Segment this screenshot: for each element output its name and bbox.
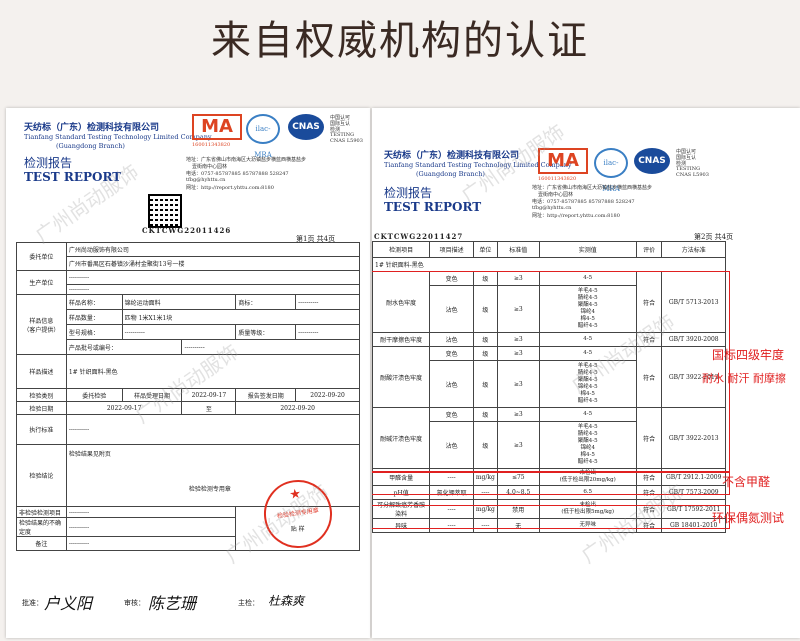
cell-value: 至 [181, 401, 237, 415]
header-desc: 项目描述 [429, 241, 474, 258]
website: 网址：http://report.yhttu.com:8180 [532, 213, 620, 219]
report-code: CKTCWG22011426 [142, 226, 232, 235]
cnas-number: CNAS L5903 [676, 172, 709, 178]
approve-label: 批准： [22, 599, 43, 607]
cell-label: 非检验检测项目 [16, 506, 67, 518]
highlight-formaldehyde [372, 471, 730, 495]
cell-label: 检验类别 [16, 388, 67, 402]
cell-label: 执行标准 [16, 414, 67, 445]
address: 地址：广东省佛山市南海区大沥镇盐步横蓝西横基盐步 [186, 157, 307, 163]
cnas-logo: CNAS [634, 148, 670, 174]
cell-value: 委托检验 [65, 388, 123, 402]
cell-label: 样品信息 （客户提供） [16, 294, 67, 355]
cell-label: 委托单位 [16, 242, 67, 271]
cell-value: 1# 针织面料-黑色 [65, 354, 361, 389]
email: tfbg@hyhttu.cn [532, 205, 572, 211]
cell-label: 检验结果的不确定度 [16, 517, 67, 537]
company-branch: (Guangdong Branch) [56, 142, 125, 150]
cell-value: ---------- [65, 506, 237, 518]
cell-value: 匹物 1米X1米1块 [121, 309, 361, 325]
sample-desc-row: 1# 针织面料-黑色 [372, 257, 726, 272]
ma-logo: MA [192, 114, 242, 140]
cell-value: ---------- [295, 324, 360, 340]
cell-label: 质量等级： [235, 324, 297, 340]
ma-number: 160011343820 [538, 176, 577, 182]
company-name-cn: 天纺标（广东）检测科技有限公司 [384, 151, 520, 161]
report-title-cn: 检测报告 [24, 156, 73, 170]
company-name-cn: 天纺标（广东）检测科技有限公司 [24, 123, 160, 133]
cell-value: ---------- [65, 284, 361, 295]
cell-value: 检验结果见附页 [68, 451, 111, 458]
cell-value: 2022-09-20 [295, 388, 360, 402]
header-unit: 单位 [472, 241, 498, 258]
cell-label: 备注 [16, 536, 67, 551]
page-headline: 来自权威机构的认证 [211, 18, 589, 64]
prepare-label: 主检： [238, 599, 259, 607]
header-measured: 实测值 [538, 241, 637, 258]
cell-label: 检验日期 [16, 401, 67, 415]
cell-value: ---------- [295, 294, 360, 310]
cell-value: 锦纶运动面料 [121, 294, 237, 310]
cell-value: 广州市番禺区石碁镇沙涌村金聚街13号一楼 [65, 256, 361, 271]
cell-label: 样品受理日期 [121, 388, 183, 402]
telephone: 电话：0757-85787885 85787888 528247 [532, 199, 635, 205]
website: 网址：http://report.yhttu.com:8180 [186, 185, 274, 191]
cell-label: 样品数量： [65, 309, 123, 325]
cell-label: 产品批号或编号： [65, 339, 183, 355]
cell-label: 商标： [235, 294, 297, 310]
report-page-2: 天纺标（广东）检测科技有限公司 Tianfang Standard Testin… [372, 108, 800, 638]
address: 地址：广东省佛山市南海区大沥镇盐步横蓝西横基盐步 [532, 185, 653, 191]
address-line2: 壹街南中心园林 [538, 192, 574, 198]
cell-value: ---------- [65, 536, 237, 551]
ma-number: 160011343820 [192, 142, 231, 148]
cnas-number: CNAS L5903 [330, 138, 363, 144]
report-title-en: TEST REPORT [384, 200, 482, 214]
address-line2: 壹街南中心园林 [192, 164, 228, 170]
annotation-formaldehyde: 不含甲醛 [722, 475, 771, 489]
cell-value: 2022-09-17 [181, 388, 237, 402]
report-page-1: 天纺标（广东）检测科技有限公司 Tianfang Standard Testin… [6, 108, 370, 638]
review-signature: 陈艺珊 [148, 594, 197, 613]
header-item: 检测项目 [372, 241, 431, 258]
qr-code [148, 194, 182, 228]
company-name-en: Tianfang Standard Testing Technology Lim… [24, 133, 212, 141]
cell-value: 广州尚动服饰有限公司 [65, 242, 361, 257]
header-standard: 标准值 [496, 241, 540, 258]
company-branch: (Guangdong Branch) [416, 170, 485, 178]
cell-label: 样品描述 [16, 354, 67, 389]
highlight-azo [372, 505, 730, 529]
approve-signature: 户义阳 [44, 594, 93, 613]
cell-value: ---------- [121, 324, 237, 340]
cell-value: ---------- [65, 270, 361, 285]
cell-label: 报告签发日期 [235, 388, 297, 402]
cell-value: ---------- [65, 517, 237, 537]
annotation-azo: 环保偶氮测试 [712, 511, 785, 525]
cell-label: 检验结论 [16, 444, 67, 507]
cell-label: 型号规格： [65, 324, 123, 340]
cell-value: 2022-09-17 [65, 401, 183, 415]
report-code: CKTCWG22011427 [374, 232, 464, 241]
email: tfbg@hyhttu.cn [186, 177, 226, 183]
header-evaluation: 评价 [635, 241, 663, 258]
cell-value: 2022-09-20 [235, 401, 360, 415]
cell-value: ---------- [181, 339, 360, 355]
cnas-logo: CNAS [288, 114, 324, 140]
report-title-en: TEST REPORT [24, 170, 122, 184]
annotation-resist: 耐水 耐汗 耐摩擦 [702, 372, 786, 385]
ma-logo: MA [538, 148, 588, 174]
report-title-cn: 检测报告 [384, 186, 433, 200]
annotation-grade: 国标四级牢度 [712, 348, 785, 362]
cell-label: 样品名称： [65, 294, 123, 310]
cell-value: ---------- [65, 414, 361, 445]
header-method: 方法标准 [661, 241, 726, 258]
ilac-logo: ilac-MRA [246, 114, 280, 159]
ilac-logo: ilac-MRA [594, 148, 628, 193]
prepare-signature: 杜森爽 [268, 594, 305, 608]
telephone: 电话：0757-85787885 85787888 528247 [186, 171, 289, 177]
highlight-colorfastness [372, 271, 730, 473]
cell-label: 生产单位 [16, 270, 67, 295]
review-label: 审核： [124, 599, 145, 607]
